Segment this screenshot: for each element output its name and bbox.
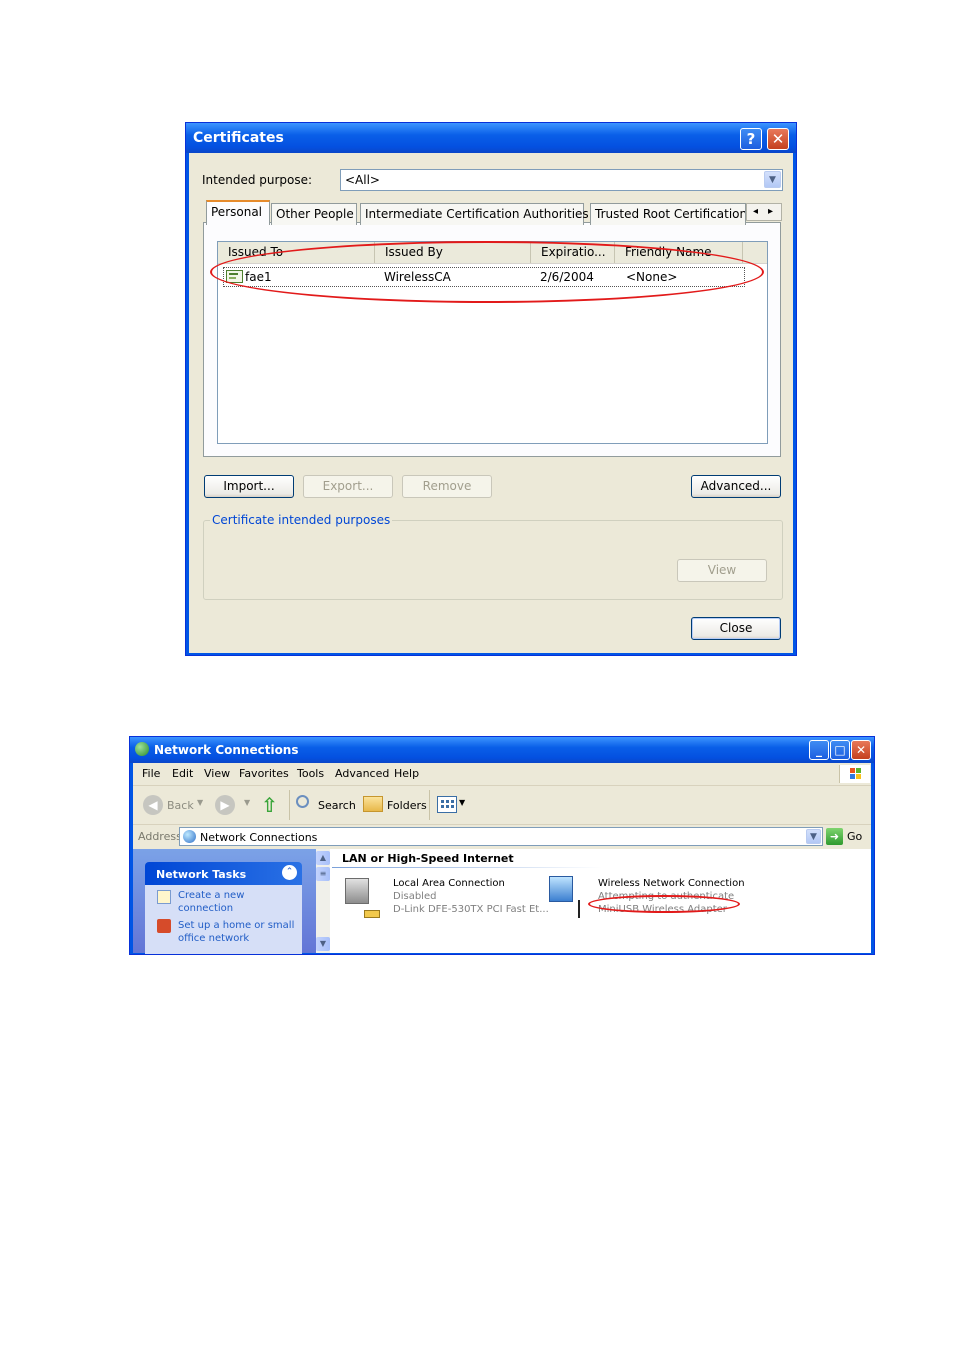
remove-button[interactable]: Remove — [402, 475, 492, 498]
wireless-computer-icon — [549, 876, 573, 902]
back-label[interactable]: Back — [167, 799, 194, 812]
maximize-button[interactable]: □ — [830, 740, 850, 760]
tab-intermediate-ca[interactable]: Intermediate Certification Authorities — [360, 203, 589, 225]
menu-view[interactable]: View — [204, 767, 230, 780]
close-window-button[interactable]: ✕ — [851, 740, 871, 760]
menu-tools[interactable]: Tools — [297, 767, 324, 780]
connections-area: LAN or High-Speed Internet Local Area Co… — [330, 849, 871, 953]
new-connection-icon — [157, 890, 171, 904]
address-value: Network Connections — [200, 831, 318, 844]
home-network-icon — [157, 919, 171, 933]
scroll-up-icon[interactable]: ▲ — [316, 851, 330, 865]
network-connections-window: Network Connections _ □ ✕ File Edit View… — [129, 736, 875, 955]
import-button[interactable]: Import... — [204, 475, 294, 498]
scroll-thumb[interactable]: ≡ — [316, 867, 330, 881]
menu-bar: File Edit View Favorites Tools Advanced … — [133, 763, 871, 786]
network-cable-icon — [364, 910, 380, 918]
intended-purpose-value: <All> — [345, 173, 380, 187]
task-line: office network — [178, 933, 250, 944]
toolbar: ◀ Back ▼ ▶ ▼ ⇧ Search Folders ▼ — [133, 786, 871, 825]
certificates-title-bar[interactable]: Certificates ? ✕ — [186, 123, 796, 153]
tab-trusted-root[interactable]: Trusted Root Certification — [590, 203, 746, 225]
task-line: connection — [178, 903, 234, 914]
folders-button[interactable]: Folders — [387, 799, 427, 812]
network-title-bar[interactable]: Network Connections _ □ ✕ — [130, 737, 874, 763]
address-input[interactable]: Network Connections ▼ — [179, 827, 823, 846]
help-button[interactable]: ? — [740, 128, 762, 150]
network-icon — [183, 830, 196, 843]
forward-arrow-icon[interactable]: ▶ — [215, 795, 235, 815]
menu-favorites[interactable]: Favorites — [239, 767, 289, 780]
wireless-antenna-icon — [578, 900, 580, 918]
task-pane: Network Tasks ⌃ Create a new connection … — [133, 849, 316, 954]
search-icon[interactable] — [296, 795, 309, 808]
vertical-scrollbar[interactable]: ▲ ≡ ▼ — [316, 849, 330, 953]
connection-name: Wireless Network Connection — [598, 878, 745, 889]
back-arrow-icon[interactable]: ◀ — [143, 795, 163, 815]
menu-edit[interactable]: Edit — [172, 767, 193, 780]
tab-personal[interactable]: Personal — [206, 200, 270, 225]
local-area-connection[interactable]: Local Area Connection Disabled D-Link DF… — [342, 874, 549, 924]
menu-file[interactable]: File — [142, 767, 160, 780]
go-button[interactable]: Go — [847, 830, 862, 843]
task-line: Set up a home or small — [178, 920, 295, 931]
network-title: Network Connections — [154, 743, 299, 757]
home-network-link[interactable]: Set up a home or small office network — [178, 919, 294, 945]
create-connection-link[interactable]: Create a new connection — [178, 889, 244, 915]
views-dropdown-icon[interactable]: ▼ — [459, 798, 465, 807]
view-button[interactable]: View — [677, 559, 767, 582]
minimize-button[interactable]: _ — [809, 740, 829, 760]
go-arrow-icon[interactable]: ➜ — [826, 828, 843, 845]
close-window-button[interactable]: ✕ — [767, 128, 789, 150]
tab-other-people[interactable]: Other People — [271, 203, 357, 225]
network-tasks-title: Network Tasks — [156, 868, 247, 881]
search-button[interactable]: Search — [318, 799, 356, 812]
network-tasks-header[interactable]: Network Tasks ⌃ — [145, 862, 302, 885]
section-title: LAN or High-Speed Internet — [342, 852, 514, 865]
windows-logo-icon — [839, 765, 870, 783]
task-line: Create a new — [178, 890, 245, 901]
intended-purpose-label: Intended purpose: — [202, 173, 313, 187]
menu-advanced[interactable]: Advanced — [335, 767, 389, 780]
toolbar-divider — [429, 790, 430, 820]
address-label: Address — [138, 830, 182, 843]
up-folder-icon[interactable]: ⇧ — [261, 794, 281, 816]
section-divider — [332, 867, 602, 868]
export-button[interactable]: Export... — [303, 475, 393, 498]
views-icon[interactable] — [437, 796, 457, 813]
back-dropdown-icon[interactable]: ▼ — [197, 798, 203, 807]
chevron-down-icon[interactable]: ▼ — [764, 171, 781, 188]
network-tasks-body: Create a new connection Set up a home or… — [145, 885, 302, 954]
close-button[interactable]: Close — [691, 617, 781, 640]
highlight-oval — [210, 241, 764, 303]
chevron-down-icon[interactable]: ▼ — [806, 829, 821, 844]
network-app-icon — [135, 742, 149, 756]
connection-status: Disabled — [393, 891, 437, 902]
scroll-down-icon[interactable]: ▼ — [316, 937, 330, 951]
advanced-button[interactable]: Advanced... — [691, 475, 781, 498]
menu-help[interactable]: Help — [394, 767, 419, 780]
forward-dropdown-icon[interactable]: ▼ — [244, 798, 250, 807]
collapse-icon[interactable]: ⌃ — [282, 865, 297, 880]
status-highlight-oval — [588, 895, 740, 913]
tab-scroll-right-icon[interactable]: ▸ — [768, 204, 773, 220]
tab-scroller: ◂ ▸ — [746, 203, 782, 221]
connection-name: Local Area Connection — [393, 878, 505, 889]
tab-scroll-left-icon[interactable]: ◂ — [753, 204, 758, 220]
connection-device: D-Link DFE-530TX PCI Fast Et... — [393, 904, 549, 915]
computer-icon — [345, 878, 369, 904]
toolbar-divider — [289, 790, 290, 820]
intended-purpose-select[interactable]: <All> ▼ — [340, 169, 783, 191]
certificates-body: Intended purpose: <All> ▼ Personal Other… — [189, 153, 793, 653]
group-label: Certificate intended purposes — [210, 513, 393, 527]
certificates-title: Certificates — [193, 130, 284, 146]
certificates-dialog: Certificates ? ✕ Intended purpose: <All>… — [185, 122, 797, 656]
folders-icon[interactable] — [363, 796, 383, 812]
address-bar: Address Network Connections ▼ ➜ Go — [133, 825, 871, 849]
